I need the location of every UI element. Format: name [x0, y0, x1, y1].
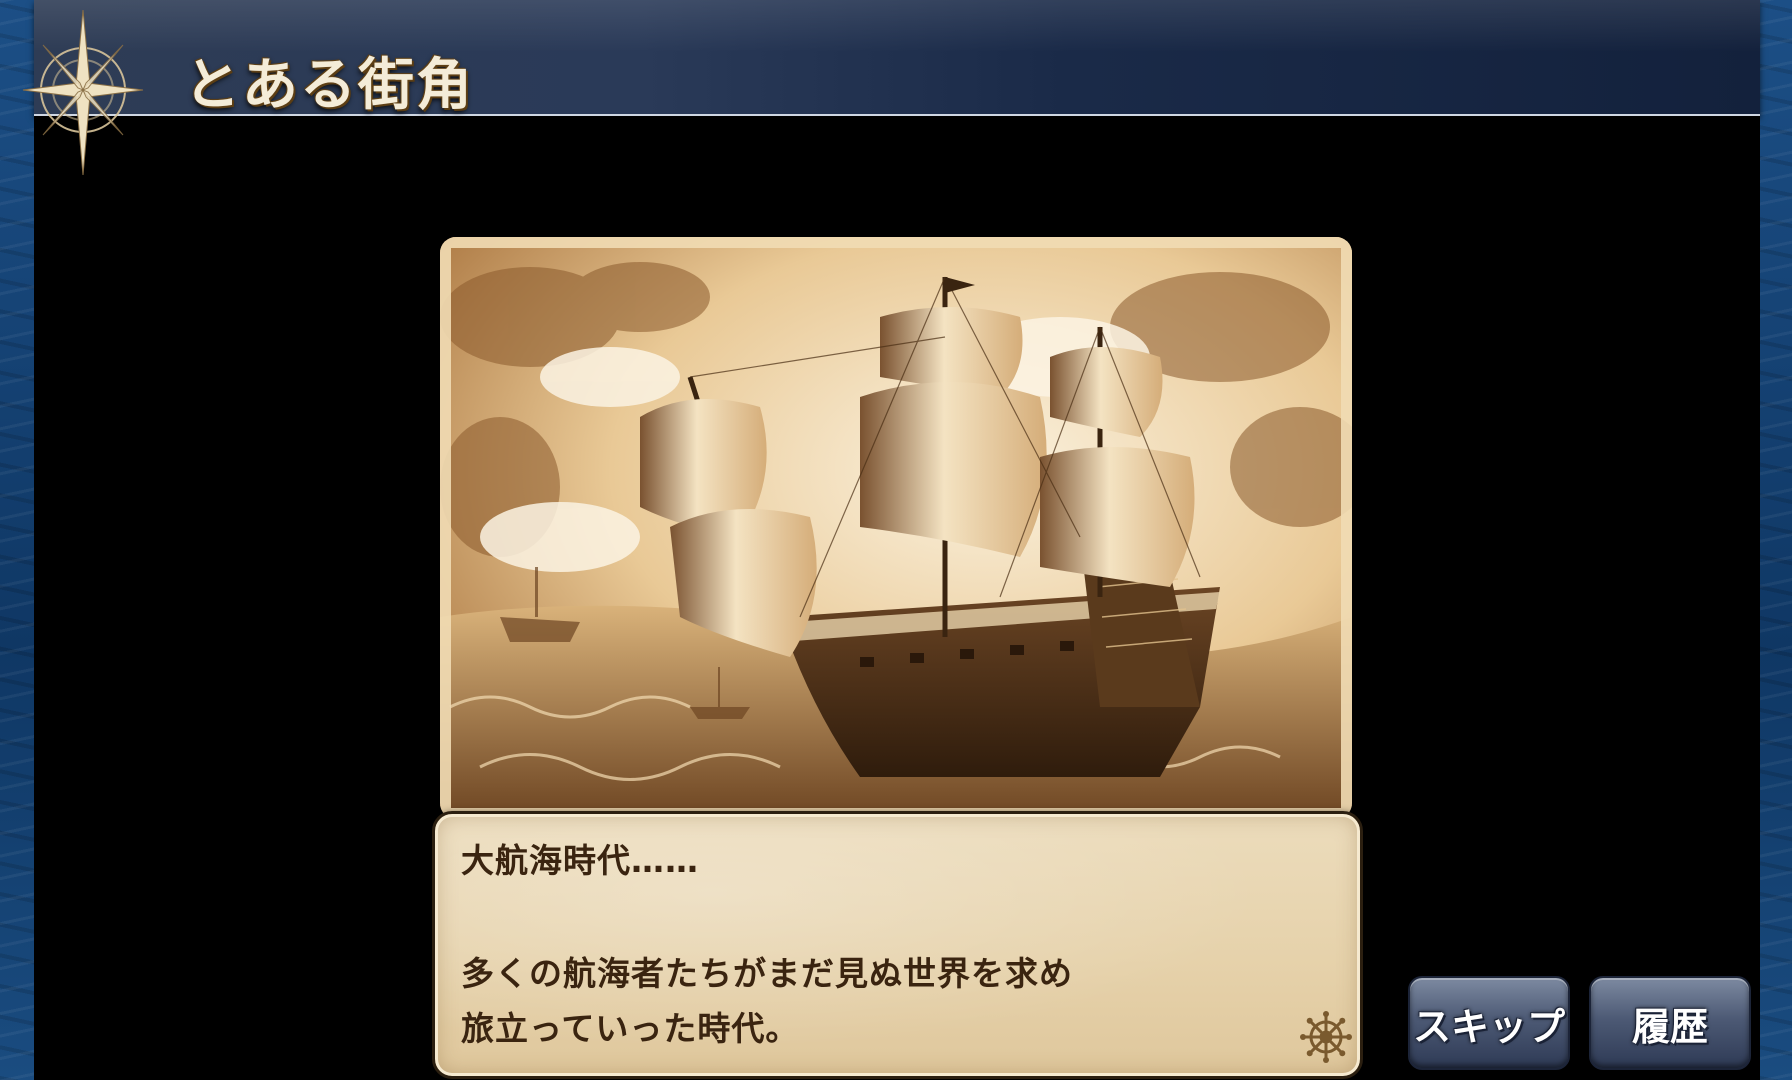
compass-rose-icon — [22, 9, 144, 176]
galleon-illustration — [440, 237, 1352, 819]
dialog-box[interactable]: 大航海時代…… 多くの航海者たちがまだ見ぬ世界を求め 旅立っていった時代。 — [432, 811, 1363, 1079]
history-button[interactable]: 履歴 — [1589, 976, 1751, 1070]
dialog-line-3: 旅立っていった時代。 — [461, 1009, 800, 1048]
ship-wheel-icon[interactable] — [1299, 1010, 1353, 1064]
story-illustration — [440, 237, 1352, 819]
dialog-line-2: 多くの航海者たちがまだ見ぬ世界を求め — [461, 954, 1073, 993]
location-title-bar: とある街角 — [34, 0, 1760, 118]
dialog-line-1: 大航海時代…… — [461, 841, 699, 880]
ocean-border-right — [1760, 0, 1792, 1080]
location-title: とある街角 — [184, 52, 474, 118]
skip-button[interactable]: スキップ — [1408, 976, 1570, 1070]
